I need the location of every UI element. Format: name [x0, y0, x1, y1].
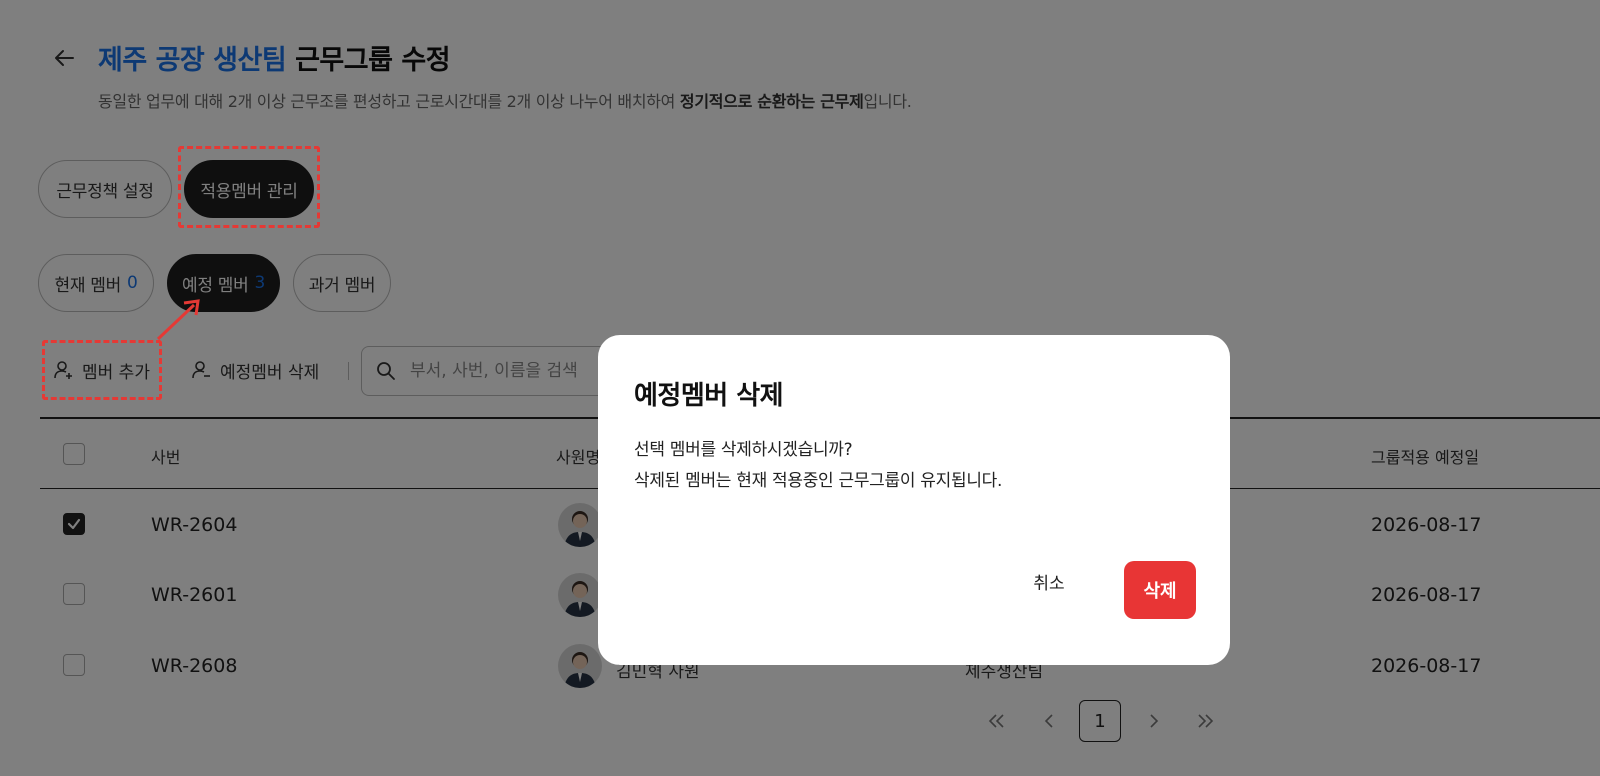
- annotation-arrow-icon: [156, 299, 200, 341]
- delete-confirm-dialog: 예정멤버 삭제 선택 멤버를 삭제하시겠습니까? 삭제된 멤버는 현재 적용중인…: [598, 335, 1230, 665]
- confirm-delete-button[interactable]: 삭제: [1124, 561, 1196, 619]
- dialog-message-line-2: 삭제된 멤버는 현재 적용중인 근무그룹이 유지됩니다.: [634, 471, 1003, 491]
- cancel-button[interactable]: 취소: [1012, 561, 1086, 601]
- dialog-title: 예정멤버 삭제: [634, 381, 784, 411]
- dialog-message-line-1: 선택 멤버를 삭제하시겠습니까?: [634, 440, 853, 460]
